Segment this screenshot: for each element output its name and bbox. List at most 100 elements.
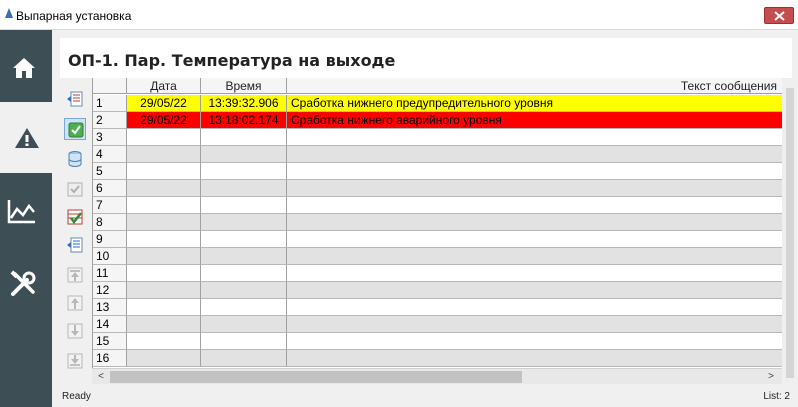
- cell-date: [127, 146, 201, 163]
- cell-time: [201, 265, 287, 282]
- cell-message: [287, 180, 783, 197]
- cell-time: [201, 163, 287, 180]
- table-row[interactable]: 1 29/05/22 13:39:32.906 Сработка нижнего пр…: [93, 95, 783, 112]
- table-row[interactable]: 5: [93, 163, 783, 180]
- table-row[interactable]: 16: [93, 350, 783, 367]
- cell-date: [127, 282, 201, 299]
- database-icon: [68, 151, 82, 167]
- arrow-down-icon: [67, 323, 83, 339]
- database-button[interactable]: [64, 148, 86, 170]
- column-header-time[interactable]: Время: [201, 78, 287, 94]
- table-row[interactable]: 12: [93, 282, 783, 299]
- cell-date: [127, 333, 201, 350]
- table-row[interactable]: 11: [93, 265, 783, 282]
- arrow-top-icon: [67, 267, 83, 283]
- cell-time: [201, 282, 287, 299]
- cell-message: [287, 333, 783, 350]
- move-up-button[interactable]: [64, 292, 86, 314]
- cell-message: [287, 316, 783, 333]
- warning-icon: [15, 128, 39, 148]
- tools-icon: [10, 270, 36, 296]
- table-row[interactable]: 6: [93, 180, 783, 197]
- row-number: 5: [93, 163, 127, 180]
- nav-alarms[interactable]: [0, 102, 52, 173]
- row-number: 9: [93, 231, 127, 248]
- cell-time: [201, 333, 287, 350]
- table-row[interactable]: 13: [93, 299, 783, 316]
- cell-time: [201, 146, 287, 163]
- cell-time: [201, 248, 287, 265]
- row-number: 8: [93, 214, 127, 231]
- cell-date: [127, 197, 201, 214]
- row-number: 7: [93, 197, 127, 214]
- status-text: Ready: [62, 391, 91, 402]
- vertical-scroll-thumb[interactable]: [786, 88, 794, 378]
- cell-date: [127, 129, 201, 146]
- import-list-icon: [67, 237, 83, 253]
- acknowledge-icon: [68, 122, 84, 138]
- move-top-button[interactable]: [64, 264, 86, 286]
- row-number: 6: [93, 180, 127, 197]
- export-button[interactable]: [64, 88, 86, 110]
- cell-date: [127, 163, 201, 180]
- table-row[interactable]: 3: [93, 129, 783, 146]
- checklist-disabled-icon: [67, 182, 83, 197]
- acknowledge-button[interactable]: [64, 118, 86, 140]
- column-header-date[interactable]: Дата: [127, 78, 201, 94]
- nav-trends[interactable]: [0, 176, 52, 247]
- row-number: 3: [93, 129, 127, 146]
- cell-message: [287, 163, 783, 180]
- horizontal-scroll-thumb[interactable]: [110, 371, 522, 383]
- move-down-button[interactable]: [64, 320, 86, 342]
- row-number: 10: [93, 248, 127, 265]
- table-row[interactable]: 10: [93, 248, 783, 265]
- table-row[interactable]: 9: [93, 231, 783, 248]
- table-row[interactable]: 7: [93, 197, 783, 214]
- column-header-number[interactable]: [93, 78, 127, 94]
- arrow-bottom-icon: [67, 353, 83, 369]
- cell-time: [201, 180, 287, 197]
- cell-date: [127, 316, 201, 333]
- row-number: 13: [93, 299, 127, 316]
- vertical-scrollbar[interactable]: [782, 78, 798, 384]
- nav-home[interactable]: [0, 34, 52, 105]
- acknowledge-all-button[interactable]: [64, 206, 86, 228]
- row-number: 12: [93, 282, 127, 299]
- move-bottom-button[interactable]: [64, 350, 86, 372]
- table-row[interactable]: 2 29/05/22 13:18:02.174 Сработка нижнего ав…: [93, 112, 783, 129]
- cell-date: 29/05/22: [127, 95, 201, 112]
- cell-date: [127, 248, 201, 265]
- table-row[interactable]: 15: [93, 333, 783, 350]
- checklist-icon: [67, 209, 83, 225]
- row-number: 4: [93, 146, 127, 163]
- horizontal-scrollbar[interactable]: < >: [92, 368, 782, 384]
- title-bar: Выпарная установка: [0, 0, 798, 30]
- close-button[interactable]: [764, 7, 794, 24]
- cell-message: Сработка нижнего аварийного уровня: [287, 112, 783, 129]
- scroll-right-icon[interactable]: >: [764, 371, 778, 383]
- cell-time: [201, 214, 287, 231]
- cell-message: [287, 282, 783, 299]
- column-header-message[interactable]: Текст сообщения: [287, 78, 783, 94]
- window-title: Выпарная установка: [16, 9, 132, 23]
- cell-message: [287, 265, 783, 282]
- nav-tools[interactable]: [0, 246, 52, 317]
- table-row[interactable]: 4: [93, 146, 783, 163]
- list-count: List: 2: [763, 391, 790, 402]
- export-list-icon: [67, 91, 83, 107]
- row-number: 15: [93, 333, 127, 350]
- home-icon: [13, 58, 35, 78]
- table-row[interactable]: 8: [93, 214, 783, 231]
- filter-button[interactable]: [64, 178, 86, 200]
- table-row[interactable]: 14: [93, 316, 783, 333]
- scroll-left-icon[interactable]: <: [94, 371, 108, 383]
- import-button[interactable]: [64, 234, 86, 256]
- cell-date: 29/05/22: [127, 112, 201, 129]
- panel-header: ОП-1. Пар. Температура на выходе: [60, 38, 792, 78]
- arrow-up-icon: [67, 295, 83, 311]
- row-number: 16: [93, 350, 127, 367]
- left-navigation: [0, 30, 52, 407]
- cell-message: [287, 248, 783, 265]
- cell-date: [127, 231, 201, 248]
- cell-time: [201, 316, 287, 333]
